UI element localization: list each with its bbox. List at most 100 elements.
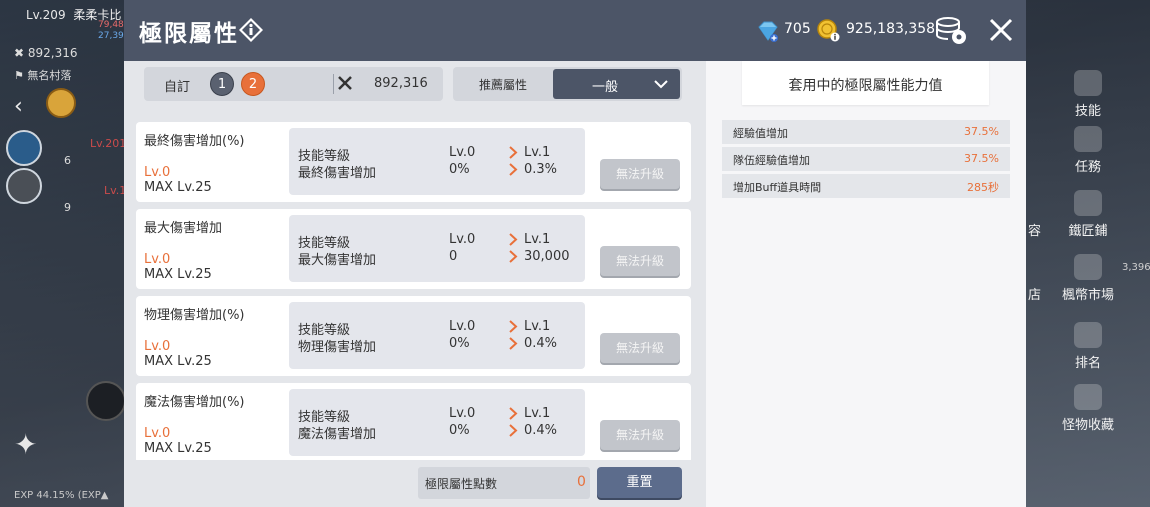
- next-level: Lv.1: [524, 406, 551, 421]
- applied-stats-title: 套用中的極限屬性能力值: [788, 78, 943, 94]
- chevron-right-icon: [509, 320, 518, 333]
- next-level: Lv.1: [524, 319, 551, 334]
- current-value: 0%: [449, 423, 470, 438]
- current-value: 0%: [449, 162, 470, 177]
- attribute-max-level: MAX Lv.25: [144, 267, 212, 282]
- combat-power-icon: [338, 76, 352, 90]
- current-level: Lv.0: [449, 406, 476, 421]
- preset-button-2[interactable]: 2: [241, 72, 265, 96]
- side-menu-label: 技能: [1074, 104, 1101, 119]
- hud-location: ⚑ 無名村落: [14, 69, 72, 82]
- applied-stat-row: 增加Buff道具時間 285秒: [722, 174, 1010, 198]
- stat-name: 隊伍經驗值增加: [733, 154, 810, 167]
- next-level: Lv.1: [524, 232, 551, 247]
- side-menu-skill[interactable]: 技能: [1026, 70, 1150, 119]
- player-level: Lv.209: [26, 8, 66, 22]
- modal-header: 極限屬性 705 925,183,358: [124, 0, 1026, 61]
- trophy-icon: [1074, 322, 1102, 348]
- side-menu-label: 任務: [1074, 160, 1101, 175]
- attribute-card: 最大傷害增加 Lv.0 MAX Lv.25 技能等級 最大傷害增加 Lv.0 0…: [136, 209, 691, 289]
- attribute-name: 最終傷害增加(%): [144, 134, 245, 149]
- gem-count: 705: [784, 21, 811, 37]
- current-level: Lv.0: [449, 232, 476, 247]
- hud-combat-power: ✖ 892,316: [14, 46, 78, 60]
- party-level-tag: Lv.201: [90, 137, 127, 150]
- next-level: Lv.1: [524, 145, 551, 160]
- side-menu-stub: 容: [1028, 224, 1042, 239]
- attribute-level: Lv.0: [144, 252, 171, 267]
- chevron-right-icon: [509, 250, 518, 263]
- attribute-name: 最大傷害增加: [144, 221, 223, 236]
- applied-stats-panel: 套用中的極限屬性能力值 經驗值增加 37.5% 隊伍經驗值增加 37.5% 增加…: [706, 61, 1026, 507]
- current-value: 0: [449, 249, 458, 264]
- side-menu-stub: 店: [1028, 288, 1042, 303]
- upgrade-button[interactable]: 無法升級: [600, 159, 680, 189]
- side-menu-label: 楓幣市場: [1061, 288, 1114, 303]
- recommend-bar: 推薦屬性 一般: [453, 67, 682, 101]
- anvil-icon: [1074, 190, 1102, 216]
- upgrade-button[interactable]: 無法升級: [600, 246, 680, 276]
- coin-settings-icon[interactable]: [934, 14, 968, 46]
- party-number: 6: [64, 154, 71, 167]
- upgrade-button[interactable]: 無法升級: [600, 333, 680, 363]
- hud-location-name: 無名村落: [27, 69, 72, 82]
- hud-combat-power-value: 892,316: [27, 46, 78, 60]
- meso-count: 925,183,358: [846, 21, 936, 37]
- exp-bar-text: EXP 44.15% (EXP▲: [14, 490, 109, 501]
- side-menu-ranking[interactable]: 排名: [1026, 322, 1150, 371]
- chevron-right-icon: [509, 146, 518, 159]
- chevron-right-icon: [509, 233, 518, 246]
- skill-icon: [1074, 70, 1102, 96]
- gem-icon: [758, 21, 778, 42]
- chevron-right-icon: [509, 424, 518, 437]
- recommend-label: 推薦屬性: [479, 78, 528, 92]
- party-member-avatar[interactable]: [6, 130, 42, 166]
- market-icon: [1074, 254, 1102, 280]
- side-menu-blacksmith[interactable]: 鐵匠鋪: [1026, 190, 1150, 239]
- skill-orb-icon[interactable]: [86, 381, 126, 421]
- chevron-right-icon: [509, 337, 518, 350]
- mp-text: 27,39: [98, 31, 124, 41]
- upgrade-button[interactable]: 無法升級: [600, 420, 680, 450]
- divider: [333, 74, 334, 94]
- chevron-right-icon: [509, 163, 518, 176]
- reset-button[interactable]: 重置: [597, 467, 682, 498]
- side-menu-label: 鐵匠鋪: [1068, 224, 1108, 239]
- attribute-detail: 技能等級 魔法傷害增加 Lv.0 0% Lv.1 0.4%: [289, 389, 585, 456]
- back-arrow-icon[interactable]: ‹: [14, 94, 23, 119]
- stat-value: 285秒: [967, 181, 999, 194]
- close-icon[interactable]: [986, 15, 1016, 45]
- quest-icon: [1074, 126, 1102, 152]
- sparkle-icon: ✦: [14, 428, 38, 461]
- stat-value: 37.5%: [964, 125, 999, 138]
- attribute-max-level: MAX Lv.25: [144, 354, 212, 369]
- side-menu-number: 3,396: [1122, 262, 1150, 273]
- meso-coin-icon: [817, 19, 840, 42]
- attribute-name: 魔法傷害增加(%): [144, 395, 245, 410]
- attribute-level: Lv.0: [144, 165, 171, 180]
- side-menu-quest[interactable]: 任務: [1026, 126, 1150, 175]
- applied-stat-row: 隊伍經驗值增加 37.5%: [722, 147, 1010, 171]
- side-menu-monster-collection[interactable]: 怪物收藏: [1026, 384, 1150, 433]
- attribute-list-panel: 自訂 1 2 892,316 推薦屬性 一般 最終傷害增加(%) Lv.0 MA…: [124, 61, 706, 507]
- attribute-detail: 技能等級 最大傷害增加 Lv.0 0 Lv.1 30,000: [289, 215, 585, 282]
- attribute-list[interactable]: 最終傷害增加(%) Lv.0 MAX Lv.25 技能等級 最終傷害增加 Lv.…: [136, 122, 691, 460]
- attribute-detail: 技能等級 最終傷害增加 Lv.0 0% Lv.1 0.3%: [289, 128, 585, 195]
- attribute-points-box: 極限屬性點數 0: [418, 467, 590, 499]
- preset-button-1[interactable]: 1: [210, 72, 234, 96]
- recommend-dropdown[interactable]: 一般: [553, 69, 680, 99]
- info-icon[interactable]: [238, 17, 264, 43]
- party-member-avatar[interactable]: [6, 168, 42, 204]
- current-level: Lv.0: [449, 319, 476, 334]
- next-value: 0.3%: [524, 162, 558, 177]
- clock-icon[interactable]: [46, 88, 76, 118]
- stat-name: 增加Buff道具時間: [733, 181, 822, 194]
- next-value: 30,000: [524, 249, 570, 264]
- exp-text: EXP 44.15%: [14, 490, 75, 501]
- effect-label: 物理傷害增加: [298, 340, 377, 355]
- attribute-detail: 技能等級 物理傷害增加 Lv.0 0% Lv.1 0.4%: [289, 302, 585, 369]
- applied-stat-row: 經驗值增加 37.5%: [722, 120, 1010, 144]
- attribute-card: 物理傷害增加(%) Lv.0 MAX Lv.25 技能等級 物理傷害增加 Lv.…: [136, 296, 691, 376]
- dropdown-value: 一般: [592, 80, 619, 95]
- side-menu-label: 怪物收藏: [1061, 418, 1114, 433]
